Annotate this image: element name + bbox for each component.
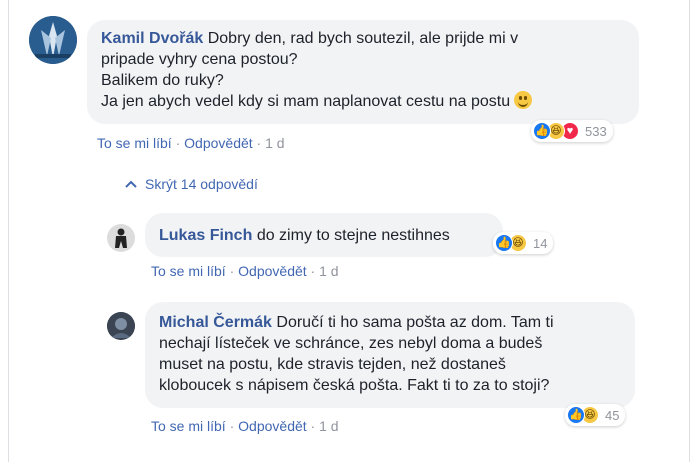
comment-actions: To se mi líbí · Odpovědět · 1 d (151, 418, 339, 434)
smile-emoji-icon (514, 91, 533, 109)
reaction-count: 14 (533, 235, 548, 251)
avatar-kamil[interactable] (29, 16, 77, 64)
avatar-lukas[interactable] (107, 224, 135, 252)
chevron-up-icon (125, 180, 137, 188)
like-link[interactable]: To se mi líbí (151, 263, 226, 279)
comment-text: Balikem do ruky? (101, 72, 224, 89)
reply-link[interactable]: Odpovědět (238, 418, 307, 434)
like-icon: 👍 (495, 234, 513, 252)
comment-actions: To se mi líbí · Odpovědět · 1 d (97, 135, 285, 151)
like-link[interactable]: To se mi líbí (97, 135, 172, 151)
reactions-summary[interactable]: 👍 😆 14 (493, 232, 554, 254)
comment-text: do zimy to stejne nestihnes (256, 227, 450, 244)
avatar-michal[interactable] (107, 312, 135, 340)
timestamp[interactable]: 1 d (319, 263, 338, 279)
comment-author[interactable]: Michal Čermák (159, 314, 272, 331)
reply-link[interactable]: Odpovědět (184, 135, 253, 151)
timestamp[interactable]: 1 d (265, 135, 284, 151)
comment-actions: To se mi líbí · Odpovědět · 1 d (151, 263, 339, 279)
reaction-count: 533 (585, 123, 607, 139)
like-icon: 👍 (567, 406, 585, 424)
reaction-count: 45 (605, 407, 620, 423)
comment-text: Doručí ti ho sama pošta az dom. Tam ti (276, 314, 554, 331)
like-icon: 👍 (533, 122, 551, 140)
comment-text: Dobry den, rad bych soutezil, ale prijde… (207, 30, 519, 47)
comment-bubble-lukas: Lukas Finch do zimy to stejne nestihnes (145, 213, 503, 257)
profile-picture-icon (107, 224, 135, 252)
comment-text: kloboucek s nápisem česká pošta. Fakt ti… (159, 377, 550, 394)
comment-text: pripade vyhry cena postou? (101, 51, 298, 68)
hide-replies-label: Skrýt 14 odpovědí (145, 176, 258, 192)
like-link[interactable]: To se mi líbí (151, 418, 226, 434)
hide-replies-toggle[interactable]: Skrýt 14 odpovědí (125, 176, 258, 192)
comment-text: nechají lísteček ve schránce, zes nebyl … (159, 335, 543, 352)
timestamp[interactable]: 1 d (319, 418, 338, 434)
reply-link[interactable]: Odpovědět (238, 263, 307, 279)
comment-bubble-kamil: Kamil Dvořák Dobry den, rad bych soutezi… (87, 20, 639, 124)
comment-text: muset na postu, kde stravis tejden, než … (159, 356, 506, 373)
reactions-summary[interactable]: 👍 😆 45 (565, 404, 626, 426)
comment-bubble-michal: Michal Čermák Doručí ti ho sama pošta az… (145, 302, 635, 408)
reactions-summary[interactable]: 👍 😆 ♥ 533 (531, 120, 613, 142)
comment-author[interactable]: Lukas Finch (159, 227, 252, 244)
comments-panel: Kamil Dvořák Dobry den, rad bych soutezi… (8, 0, 690, 462)
profile-picture-icon (29, 16, 77, 64)
comment-author[interactable]: Kamil Dvořák (101, 30, 203, 47)
comment-text: Ja jen abych vedel kdy si mam naplanovat… (101, 93, 511, 110)
profile-picture-icon (107, 312, 135, 340)
